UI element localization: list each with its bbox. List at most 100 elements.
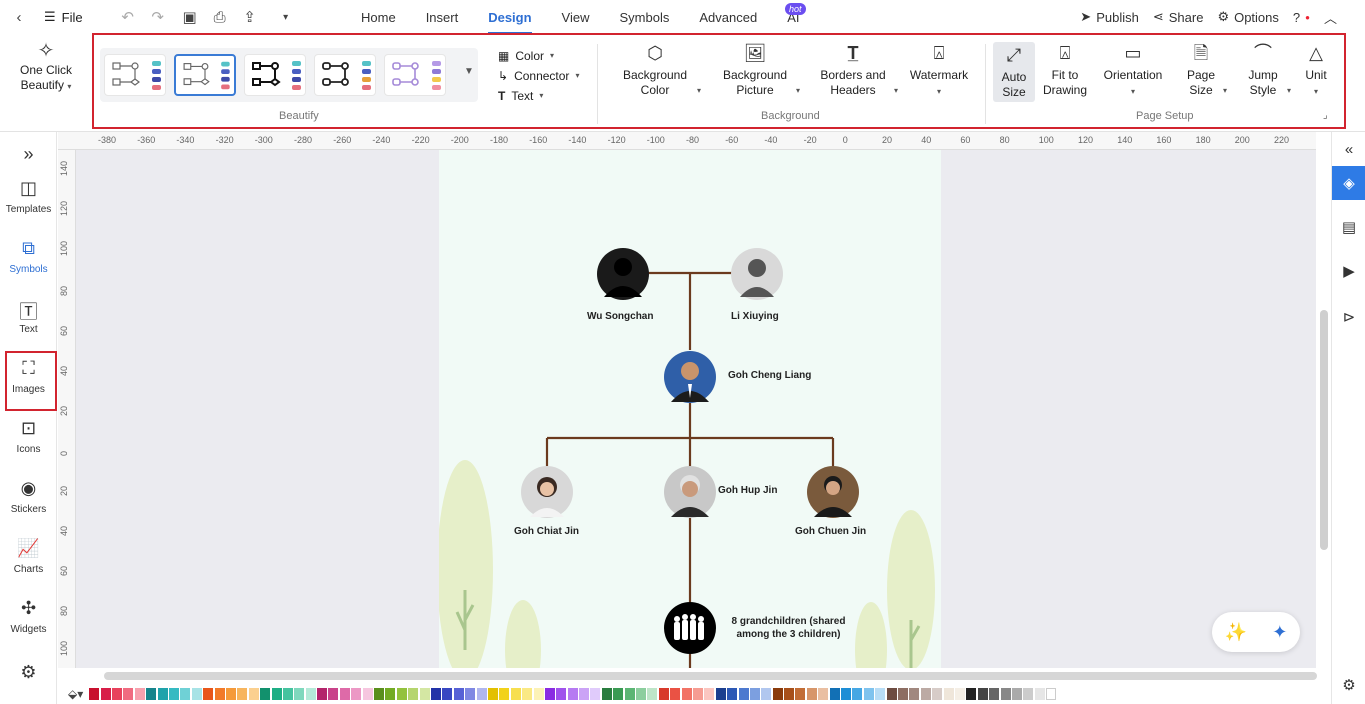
color-swatch[interactable] — [374, 687, 385, 700]
page-size-button[interactable]: 🗎 Page Size — [1182, 42, 1220, 98]
color-swatch[interactable] — [829, 687, 840, 700]
connector-dropdown[interactable]: ↳ Connector ▾ — [498, 66, 579, 86]
borders-caret-icon[interactable]: ▾ — [894, 86, 898, 95]
color-swatch[interactable] — [282, 687, 293, 700]
page-setup-expand-icon[interactable]: ⌟ — [1323, 110, 1328, 121]
color-swatch[interactable] — [271, 687, 282, 700]
portrait-goh-chuen-jin[interactable] — [806, 465, 860, 519]
color-swatch[interactable] — [636, 687, 647, 700]
color-swatch[interactable] — [317, 687, 328, 700]
collapse-right-panel-icon[interactable]: « — [1332, 132, 1365, 166]
file-menu[interactable]: ☰ File — [44, 9, 83, 25]
color-swatch[interactable] — [157, 687, 168, 700]
color-swatch[interactable] — [544, 687, 555, 700]
color-swatch[interactable] — [237, 687, 248, 700]
sidebar-item-charts[interactable]: 📈 Charts — [0, 538, 57, 575]
color-swatch[interactable] — [784, 687, 795, 700]
sidebar-item-text[interactable]: 🅃 Text — [0, 298, 57, 335]
color-swatch[interactable] — [715, 687, 726, 700]
color-swatch[interactable] — [966, 687, 977, 700]
color-swatch[interactable] — [146, 687, 157, 700]
collapse-ribbon-button[interactable]: ︿ — [1324, 8, 1337, 27]
color-dropdown[interactable]: ▦ Color ▾ — [498, 46, 579, 66]
ai-wand-icon[interactable]: ✨ — [1225, 622, 1247, 643]
fit-to-drawing-button[interactable]: ⍓ Fit to Drawing — [1040, 42, 1090, 98]
text-dropdown[interactable]: T Text ▾ — [498, 86, 579, 106]
color-swatch[interactable] — [476, 687, 487, 700]
slideshow-icon[interactable]: ⊳ — [1332, 300, 1365, 334]
color-swatch[interactable] — [1046, 687, 1057, 700]
tab-symbols[interactable]: Symbols — [605, 10, 685, 25]
color-swatch[interactable] — [738, 687, 749, 700]
redo-icon[interactable]: ↷ — [147, 6, 169, 28]
color-swatch[interactable] — [841, 687, 852, 700]
color-swatch[interactable] — [465, 687, 476, 700]
color-swatch[interactable] — [863, 687, 874, 700]
color-swatch[interactable] — [248, 687, 259, 700]
color-swatch[interactable] — [180, 687, 191, 700]
fill-bucket-icon[interactable]: ◈ — [1332, 166, 1365, 200]
color-swatch[interactable] — [898, 687, 908, 700]
color-swatch[interactable] — [533, 687, 544, 700]
gallery-more-icon[interactable]: ▼ — [464, 66, 474, 77]
color-swatch[interactable] — [613, 687, 624, 700]
color-swatch[interactable] — [294, 687, 305, 700]
color-swatch[interactable] — [920, 687, 931, 700]
color-swatch[interactable] — [1011, 687, 1022, 700]
vertical-scrollbar[interactable] — [1320, 310, 1328, 550]
color-swatch[interactable] — [522, 687, 533, 700]
color-swatch[interactable] — [203, 687, 214, 700]
color-swatch[interactable] — [761, 687, 772, 700]
color-swatch[interactable] — [658, 687, 669, 700]
style-thumb-1[interactable] — [104, 54, 166, 96]
fill-tool-icon[interactable]: ⬙▾ — [68, 687, 83, 701]
color-swatch[interactable] — [647, 687, 658, 700]
color-swatch[interactable] — [430, 687, 441, 700]
color-swatch[interactable] — [1034, 687, 1045, 700]
color-swatch[interactable] — [806, 687, 817, 700]
style-thumb-5[interactable] — [384, 54, 446, 96]
color-swatch[interactable] — [1000, 687, 1011, 700]
color-swatch[interactable] — [943, 687, 954, 700]
sidebar-item-symbols[interactable]: ⧉ Symbols — [0, 238, 57, 275]
tab-view[interactable]: View — [547, 10, 605, 25]
color-swatch[interactable] — [112, 687, 123, 700]
color-swatch[interactable] — [567, 687, 578, 700]
watermark-button[interactable]: ⍓ Watermark ▾ — [905, 42, 973, 99]
color-swatch[interactable] — [954, 687, 965, 700]
color-swatch[interactable] — [692, 687, 703, 700]
color-swatch[interactable] — [556, 687, 567, 700]
color-swatch[interactable] — [590, 687, 601, 700]
color-swatch[interactable] — [989, 687, 1000, 700]
color-swatch[interactable] — [499, 687, 510, 700]
color-swatch[interactable] — [214, 687, 225, 700]
back-icon[interactable]: ‹ — [8, 6, 30, 28]
color-swatch[interactable] — [932, 687, 943, 700]
color-swatch[interactable] — [328, 687, 339, 700]
borders-headers-button[interactable]: T̲ Borders and Headers — [815, 42, 891, 98]
color-swatch[interactable] — [795, 687, 806, 700]
page-properties-icon[interactable]: ▤ — [1332, 210, 1365, 244]
color-swatch[interactable] — [362, 687, 373, 700]
group-silhouette-icon[interactable] — [663, 601, 717, 655]
color-swatch[interactable] — [396, 687, 407, 700]
color-swatch[interactable] — [624, 687, 635, 700]
color-swatch[interactable] — [339, 687, 350, 700]
unit-button[interactable]: △ Unit ▾ — [1301, 42, 1331, 99]
background-picture-button[interactable]: 🖼 Background Picture — [716, 42, 794, 98]
color-swatch[interactable] — [351, 687, 362, 700]
print-icon[interactable]: ⎙ — [209, 6, 231, 28]
color-swatch[interactable] — [818, 687, 829, 700]
settings-button[interactable]: ⚙ — [0, 662, 57, 688]
tab-design[interactable]: Design — [473, 10, 546, 34]
orientation-button[interactable]: ▭ Orientation ▾ — [1100, 42, 1166, 99]
color-swatch[interactable] — [169, 687, 179, 700]
portrait-goh-cheng-liang[interactable] — [663, 350, 717, 404]
portrait-wu-songchan[interactable] — [596, 247, 650, 301]
color-swatch[interactable] — [727, 687, 738, 700]
jump-style-caret-icon[interactable]: ▾ — [1287, 86, 1291, 95]
save-icon[interactable]: ▣ — [179, 6, 201, 28]
portrait-li-xiuying[interactable] — [730, 247, 784, 301]
tab-insert[interactable]: Insert — [411, 10, 474, 25]
color-swatch[interactable] — [977, 687, 988, 700]
